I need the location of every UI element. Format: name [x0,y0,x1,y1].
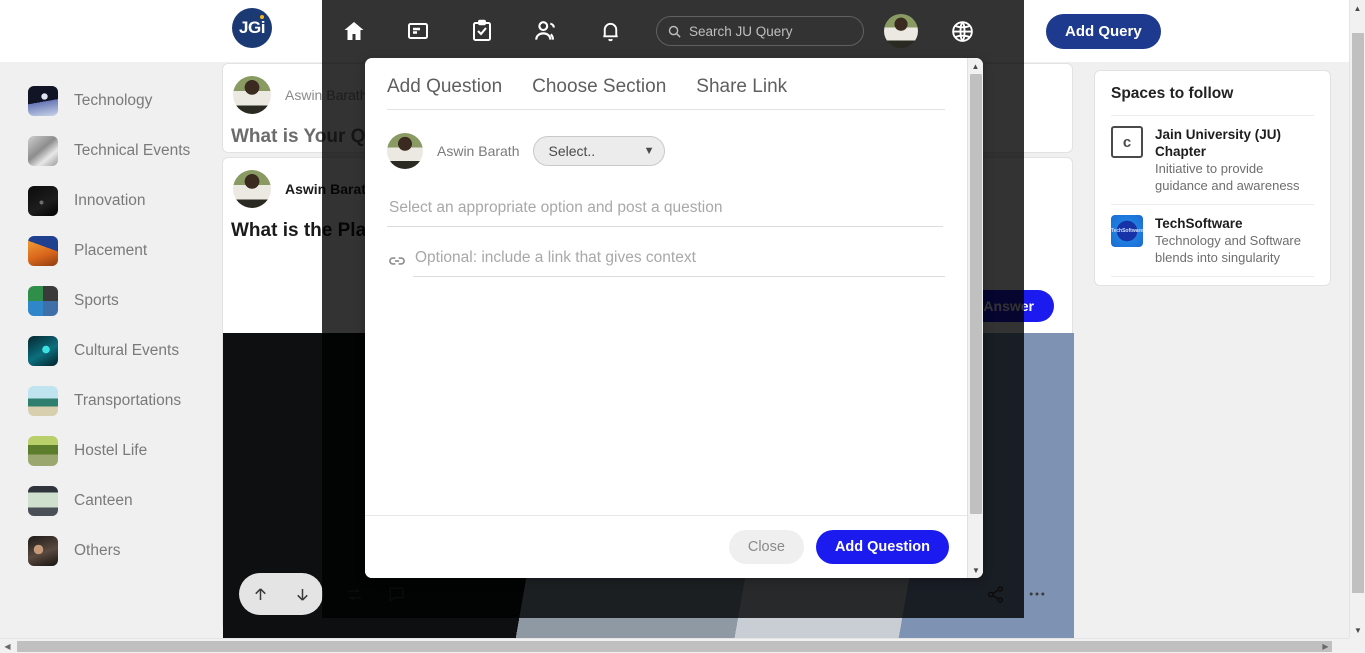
canteen-icon [28,486,58,516]
scroll-left-icon[interactable]: ◀ [0,639,15,653]
vertical-scrollbar-thumb[interactable] [1352,33,1364,593]
others-icon [28,536,58,566]
list-divider [1111,276,1314,277]
modal-tabs: Add Question Choose Section Share Link [387,76,945,110]
modal-scrollbar[interactable]: ▲ ▼ [967,58,983,578]
add-question-submit-button[interactable]: Add Question [815,530,949,564]
scroll-up-icon[interactable]: ▲ [1350,0,1365,16]
list-item[interactable]: TechSoftware TechSoftware Technology and… [1111,204,1314,276]
sidebar-item-technology[interactable]: Technology [0,76,220,126]
sidebar-item-placement[interactable]: Placement [0,226,220,276]
technical-events-icon [28,136,58,166]
sidebar-item-label: Others [74,542,121,559]
sidebar-item-sports[interactable]: Sports [0,276,220,326]
modal-user-row: Aswin Barath Select.. ▼ [387,133,945,169]
space-description: Initiative to provide guidance and aware… [1155,161,1300,193]
search-icon [668,25,681,38]
space-info: Jain University (JU) Chapter Initiative … [1155,126,1314,194]
cultural-events-icon [28,336,58,366]
sidebar-item-label: Technology [74,92,153,109]
space-info: TechSoftware Technology and Software ble… [1155,215,1314,266]
downvote-icon[interactable] [281,573,323,615]
modal-footer: Close Add Question [365,515,967,578]
modal-content: Add Question Choose Section Share Link A… [365,58,967,578]
technology-icon [28,86,58,116]
placement-icon [28,236,58,266]
close-button[interactable]: Close [728,530,804,564]
sidebar-item-technical-events[interactable]: Technical Events [0,126,220,176]
globe-icon[interactable] [930,0,994,62]
modal-user-name: Aswin Barath [437,143,520,159]
modal-scrollbar-thumb[interactable] [970,74,982,514]
list-item[interactable]: c Jain University (JU) Chapter Initiativ… [1111,115,1314,204]
transportations-icon [28,386,58,416]
space-name: TechSoftware [1155,216,1243,231]
space-description: Technology and Software blends into sing… [1155,233,1301,265]
sidebar-item-transportations[interactable]: Transportations [0,376,220,426]
sports-icon [28,286,58,316]
add-query-button[interactable]: Add Query [1046,14,1161,49]
tab-choose-section[interactable]: Choose Section [532,76,666,98]
avatar[interactable] [884,14,918,48]
techsoftware-logo: TechSoftware [1111,215,1143,247]
question-input[interactable] [387,195,943,227]
link-row [387,245,945,277]
spaces-to-follow-panel: Spaces to follow c Jain University (JU) … [1094,70,1331,286]
tab-add-question[interactable]: Add Question [387,76,502,98]
logo-dot-icon [260,15,264,19]
tasks-icon[interactable] [450,0,514,62]
space-name: Jain University (JU) Chapter [1155,127,1282,159]
sidebar-item-label: Placement [74,242,148,259]
scrollbar-corner [1349,638,1365,653]
link-input[interactable] [413,245,945,277]
feed-icon[interactable] [386,0,450,62]
avatar [387,133,423,169]
scroll-up-icon[interactable]: ▲ [968,58,983,74]
avatar [233,76,271,114]
left-sidebar: Technology Technical Events Innovation P… [0,62,220,638]
sidebar-item-canteen[interactable]: Canteen [0,476,220,526]
sidebar-item-innovation[interactable]: Innovation [0,176,220,226]
people-icon[interactable] [514,0,578,62]
scroll-down-icon[interactable]: ▼ [968,562,983,578]
main-navbar: Search JU Query [322,0,1024,62]
home-icon[interactable] [322,0,386,62]
logo-text: JGi [239,18,265,37]
avatar [233,170,271,208]
search-input[interactable]: Search JU Query [656,16,864,46]
sidebar-item-label: Sports [74,292,119,309]
sidebar-item-label: Technical Events [74,142,191,159]
jgi-logo[interactable]: JGi [232,8,272,48]
sidebar-item-label: Canteen [74,492,133,509]
sidebar-item-label: Hostel Life [74,442,148,459]
add-question-modal: Add Question Choose Section Share Link A… [365,58,983,578]
upvote-icon[interactable] [239,573,281,615]
tab-share-link[interactable]: Share Link [696,76,787,98]
page-vertical-scrollbar[interactable]: ▲ ▼ [1349,0,1365,638]
scroll-right-icon[interactable]: ▶ [1318,639,1333,653]
page-horizontal-scrollbar[interactable]: ◀ ▶ [0,638,1365,653]
sidebar-item-label: Cultural Events [74,342,180,359]
sidebar-item-others[interactable]: Others [0,526,220,576]
sidebar-item-hostel-life[interactable]: Hostel Life [0,426,220,476]
search-placeholder: Search JU Query [689,23,793,39]
section-select-wrapper: Select.. ▼ [533,136,666,166]
document-icon: c [1111,126,1143,158]
hostel-life-icon [28,436,58,466]
horizontal-scrollbar-thumb[interactable] [17,641,1332,652]
link-icon [387,251,413,271]
sidebar-item-label: Innovation [74,192,146,209]
sidebar-item-label: Transportations [74,392,182,409]
vote-pill [239,573,323,615]
bell-icon[interactable] [578,0,642,62]
app-root: Technology Technical Events Innovation P… [0,0,1365,653]
scroll-down-icon[interactable]: ▼ [1350,622,1365,638]
sidebar-item-cultural-events[interactable]: Cultural Events [0,326,220,376]
page-title: Spaces to follow [1111,85,1234,102]
section-select[interactable]: Select.. [533,136,666,166]
innovation-icon [28,186,58,216]
